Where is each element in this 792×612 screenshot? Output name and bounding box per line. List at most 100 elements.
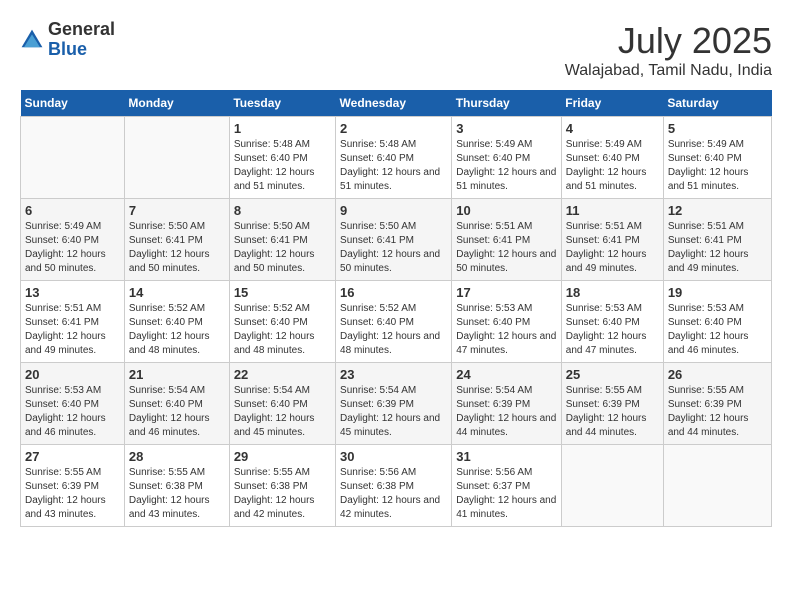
calendar-header: SundayMondayTuesdayWednesdayThursdayFrid… xyxy=(21,90,772,117)
calendar-cell: 8 Sunrise: 5:50 AM Sunset: 6:41 PM Daylig… xyxy=(229,199,335,281)
day-number: 30 xyxy=(340,449,447,464)
day-number: 11 xyxy=(566,203,659,218)
day-number: 5 xyxy=(668,121,767,136)
calendar-cell: 21Sunrise: 5:54 AM Sunset: 6:40 PM Dayli… xyxy=(124,363,229,445)
calendar-table: SundayMondayTuesdayWednesdayThursdayFrid… xyxy=(20,90,772,527)
day-info: Sunrise: 5:56 AM Sunset: 6:38 PM Dayligh… xyxy=(340,466,447,522)
header-day: Friday xyxy=(561,90,663,117)
day-info: Sunrise: 5:55 AM Sunset: 6:38 PM Dayligh… xyxy=(129,466,225,522)
day-info: Sunrise: 5:51 AM Sunset: 6:41 PM Dayligh… xyxy=(25,302,120,358)
title-block: July 2025 Walajabad, Tamil Nadu, India xyxy=(565,20,772,80)
day-number: 10 xyxy=(456,203,557,218)
logo-text: General Blue xyxy=(48,20,115,60)
day-info: Sunrise: 5:52 AM Sunset: 6:40 PM Dayligh… xyxy=(234,302,331,358)
calendar-cell: 31 Sunrise: 5:56 AM Sunset: 6:37 PM Dayli… xyxy=(452,445,562,527)
calendar-cell: 13Sunrise: 5:51 AM Sunset: 6:41 PM Dayli… xyxy=(21,281,125,363)
calendar-week-row: 27Sunrise: 5:55 AM Sunset: 6:39 PM Dayli… xyxy=(21,445,772,527)
calendar-cell xyxy=(124,117,229,199)
calendar-cell: 28 Sunrise: 5:55 AM Sunset: 6:38 PM Dayli… xyxy=(124,445,229,527)
header-day: Saturday xyxy=(663,90,771,117)
calendar-body: 1 Sunrise: 5:48 AM Sunset: 6:40 PM Daylig… xyxy=(21,117,772,527)
logo-general: General xyxy=(48,20,115,40)
day-info: Sunrise: 5:54 AM Sunset: 6:40 PM Dayligh… xyxy=(234,384,331,440)
day-number: 18 xyxy=(566,285,659,300)
calendar-cell: 24 Sunrise: 5:54 AM Sunset: 6:39 PM Dayli… xyxy=(452,363,562,445)
calendar-cell: 2 Sunrise: 5:48 AM Sunset: 6:40 PM Daylig… xyxy=(336,117,452,199)
calendar-week-row: 6 Sunrise: 5:49 AM Sunset: 6:40 PM Daylig… xyxy=(21,199,772,281)
header-row: SundayMondayTuesdayWednesdayThursdayFrid… xyxy=(21,90,772,117)
day-info: Sunrise: 5:48 AM Sunset: 6:40 PM Dayligh… xyxy=(340,138,447,194)
day-info: Sunrise: 5:49 AM Sunset: 6:40 PM Dayligh… xyxy=(456,138,557,194)
day-info: Sunrise: 5:52 AM Sunset: 6:40 PM Dayligh… xyxy=(340,302,447,358)
day-number: 9 xyxy=(340,203,447,218)
header-day: Wednesday xyxy=(336,90,452,117)
day-number: 28 xyxy=(129,449,225,464)
calendar-cell xyxy=(21,117,125,199)
day-number: 31 xyxy=(456,449,557,464)
calendar-cell: 14Sunrise: 5:52 AM Sunset: 6:40 PM Dayli… xyxy=(124,281,229,363)
calendar-cell: 29Sunrise: 5:55 AM Sunset: 6:38 PM Dayli… xyxy=(229,445,335,527)
logo-icon xyxy=(20,28,44,52)
calendar-cell: 5 Sunrise: 5:49 AM Sunset: 6:40 PM Daylig… xyxy=(663,117,771,199)
calendar-week-row: 13Sunrise: 5:51 AM Sunset: 6:41 PM Dayli… xyxy=(21,281,772,363)
day-number: 8 xyxy=(234,203,331,218)
day-info: Sunrise: 5:54 AM Sunset: 6:40 PM Dayligh… xyxy=(129,384,225,440)
day-number: 26 xyxy=(668,367,767,382)
day-number: 15 xyxy=(234,285,331,300)
day-number: 24 xyxy=(456,367,557,382)
calendar-cell: 17 Sunrise: 5:53 AM Sunset: 6:40 PM Dayli… xyxy=(452,281,562,363)
day-number: 19 xyxy=(668,285,767,300)
calendar-cell: 11 Sunrise: 5:51 AM Sunset: 6:41 PM Dayli… xyxy=(561,199,663,281)
day-info: Sunrise: 5:56 AM Sunset: 6:37 PM Dayligh… xyxy=(456,466,557,522)
day-info: Sunrise: 5:53 AM Sunset: 6:40 PM Dayligh… xyxy=(456,302,557,358)
day-number: 20 xyxy=(25,367,120,382)
day-info: Sunrise: 5:50 AM Sunset: 6:41 PM Dayligh… xyxy=(340,220,447,276)
calendar-cell: 9 Sunrise: 5:50 AM Sunset: 6:41 PM Daylig… xyxy=(336,199,452,281)
calendar-cell: 20 Sunrise: 5:53 AM Sunset: 6:40 PM Dayli… xyxy=(21,363,125,445)
header-day: Sunday xyxy=(21,90,125,117)
header-day: Monday xyxy=(124,90,229,117)
calendar-week-row: 20 Sunrise: 5:53 AM Sunset: 6:40 PM Dayli… xyxy=(21,363,772,445)
calendar-cell: 4Sunrise: 5:49 AM Sunset: 6:40 PM Daylig… xyxy=(561,117,663,199)
day-number: 7 xyxy=(129,203,225,218)
day-info: Sunrise: 5:55 AM Sunset: 6:39 PM Dayligh… xyxy=(566,384,659,440)
day-info: Sunrise: 5:54 AM Sunset: 6:39 PM Dayligh… xyxy=(456,384,557,440)
calendar-cell: 15 Sunrise: 5:52 AM Sunset: 6:40 PM Dayli… xyxy=(229,281,335,363)
header-day: Thursday xyxy=(452,90,562,117)
day-info: Sunrise: 5:51 AM Sunset: 6:41 PM Dayligh… xyxy=(456,220,557,276)
calendar-cell: 1Sunrise: 5:48 AM Sunset: 6:40 PM Daylig… xyxy=(229,117,335,199)
calendar-cell: 12 Sunrise: 5:51 AM Sunset: 6:41 PM Dayli… xyxy=(663,199,771,281)
day-number: 17 xyxy=(456,285,557,300)
day-info: Sunrise: 5:55 AM Sunset: 6:39 PM Dayligh… xyxy=(668,384,767,440)
day-number: 1 xyxy=(234,121,331,136)
day-info: Sunrise: 5:53 AM Sunset: 6:40 PM Dayligh… xyxy=(25,384,120,440)
calendar-week-row: 1 Sunrise: 5:48 AM Sunset: 6:40 PM Daylig… xyxy=(21,117,772,199)
day-number: 25 xyxy=(566,367,659,382)
day-info: Sunrise: 5:53 AM Sunset: 6:40 PM Dayligh… xyxy=(566,302,659,358)
day-number: 23 xyxy=(340,367,447,382)
calendar-cell: 23 Sunrise: 5:54 AM Sunset: 6:39 PM Dayli… xyxy=(336,363,452,445)
day-number: 3 xyxy=(456,121,557,136)
calendar-cell xyxy=(663,445,771,527)
day-number: 4 xyxy=(566,121,659,136)
day-info: Sunrise: 5:49 AM Sunset: 6:40 PM Dayligh… xyxy=(668,138,767,194)
calendar-cell: 30 Sunrise: 5:56 AM Sunset: 6:38 PM Dayli… xyxy=(336,445,452,527)
logo: General Blue xyxy=(20,20,115,60)
calendar-cell: 22 Sunrise: 5:54 AM Sunset: 6:40 PM Dayli… xyxy=(229,363,335,445)
logo-blue: Blue xyxy=(48,40,115,60)
day-info: Sunrise: 5:51 AM Sunset: 6:41 PM Dayligh… xyxy=(668,220,767,276)
page-header: General Blue July 2025 Walajabad, Tamil … xyxy=(20,20,772,80)
day-info: Sunrise: 5:54 AM Sunset: 6:39 PM Dayligh… xyxy=(340,384,447,440)
day-number: 6 xyxy=(25,203,120,218)
day-number: 12 xyxy=(668,203,767,218)
calendar-cell: 26 Sunrise: 5:55 AM Sunset: 6:39 PM Dayli… xyxy=(663,363,771,445)
day-info: Sunrise: 5:50 AM Sunset: 6:41 PM Dayligh… xyxy=(234,220,331,276)
day-number: 16 xyxy=(340,285,447,300)
day-info: Sunrise: 5:49 AM Sunset: 6:40 PM Dayligh… xyxy=(25,220,120,276)
day-info: Sunrise: 5:50 AM Sunset: 6:41 PM Dayligh… xyxy=(129,220,225,276)
day-info: Sunrise: 5:51 AM Sunset: 6:41 PM Dayligh… xyxy=(566,220,659,276)
calendar-cell: 7 Sunrise: 5:50 AM Sunset: 6:41 PM Daylig… xyxy=(124,199,229,281)
day-number: 22 xyxy=(234,367,331,382)
calendar-cell: 3 Sunrise: 5:49 AM Sunset: 6:40 PM Daylig… xyxy=(452,117,562,199)
day-number: 2 xyxy=(340,121,447,136)
